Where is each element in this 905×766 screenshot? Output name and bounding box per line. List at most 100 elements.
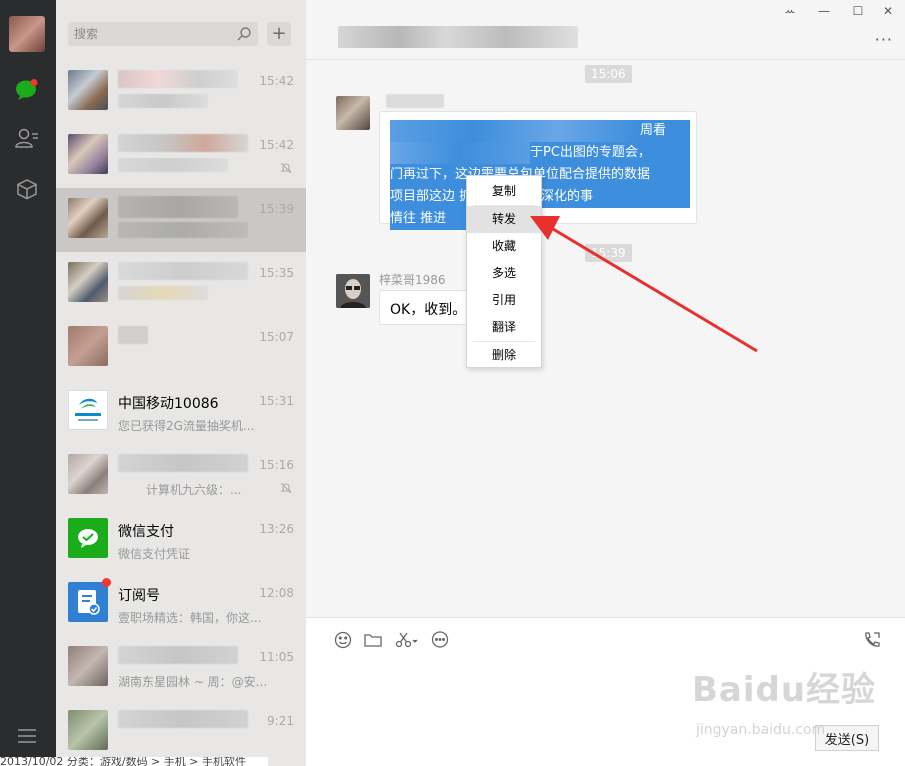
redacted-name bbox=[118, 70, 238, 88]
watermark-logo: Baidu经验 bbox=[692, 670, 877, 710]
conversation-item[interactable]: 计算机九六级：... 15:16 bbox=[56, 444, 306, 508]
conversation-item[interactable]: 15:07 bbox=[56, 316, 306, 380]
conversation-avatar bbox=[68, 262, 108, 302]
message-timestamp: 15:06 bbox=[585, 65, 632, 83]
conversation-list: + 15:42 15:42 15:39 15:35 15:07 bbox=[56, 0, 306, 766]
sender-avatar[interactable] bbox=[336, 274, 370, 308]
redacted-name bbox=[118, 646, 238, 664]
conversation-avatar bbox=[68, 326, 108, 366]
watermark-url: jingyan.baidu.com bbox=[696, 722, 826, 738]
redacted-preview bbox=[118, 222, 248, 238]
conversation-avatar bbox=[68, 710, 108, 750]
chat-panel: ꕀ — ☐ ✕ ··· 15:06 周看 于PC出图的专题会， 门再过下，这边需… bbox=[306, 0, 905, 766]
wechat-pay-icon bbox=[68, 518, 108, 558]
message-timestamp: 15:39 bbox=[585, 244, 632, 262]
conversation-preview: 湖南东星园林 ~ 周：@安... bbox=[118, 675, 268, 689]
folder-icon[interactable] bbox=[363, 630, 383, 650]
voice-call-icon[interactable] bbox=[862, 630, 882, 650]
redacted-preview bbox=[118, 286, 208, 300]
menu-icon[interactable] bbox=[13, 722, 41, 750]
user-avatar[interactable] bbox=[9, 16, 45, 52]
search-icon[interactable] bbox=[236, 26, 252, 42]
menu-item-translate[interactable]: 翻译 bbox=[467, 314, 541, 341]
selected-line: 于PC出图的专题会， bbox=[530, 145, 651, 160]
contacts-icon[interactable] bbox=[13, 124, 41, 152]
sender-name: 梓菜哥1986 bbox=[379, 273, 446, 287]
nav-rail bbox=[0, 0, 56, 766]
redacted-preview bbox=[118, 94, 208, 108]
conversation-time: 15:07 bbox=[259, 330, 294, 344]
conversation-preview: 计算机九六级：... bbox=[146, 483, 242, 497]
redacted-name bbox=[118, 454, 248, 472]
mute-bell-icon bbox=[280, 482, 292, 494]
sender-avatar[interactable] bbox=[336, 96, 370, 130]
message-text: OK，收到。 bbox=[390, 302, 467, 318]
conversation-preview: 微信支付凭证 bbox=[118, 547, 191, 561]
conversation-time: 15:35 bbox=[259, 266, 294, 280]
conversation-time: 9:21 bbox=[267, 714, 294, 728]
conversation-item[interactable]: 15:42 bbox=[56, 60, 306, 124]
search-box bbox=[68, 22, 258, 46]
conversation-item[interactable]: 湖南东星园林 ~ 周：@安... 11:05 bbox=[56, 636, 306, 700]
message-bubble[interactable]: OK，收到。 bbox=[379, 290, 469, 325]
redacted-sender-name bbox=[386, 94, 444, 108]
page-footer: 2013/10/02 分类：游戏/数码 > 手机 > 手机软件 bbox=[0, 757, 268, 766]
conversation-item[interactable]: 15:35 bbox=[56, 252, 306, 316]
redacted-name bbox=[118, 134, 248, 152]
redacted-preview bbox=[118, 158, 228, 172]
menu-item-quote[interactable]: 引用 bbox=[467, 287, 541, 314]
conversation-avatar bbox=[68, 198, 108, 238]
conversation-item[interactable]: 9:21 bbox=[56, 700, 306, 764]
context-menu: 复制 转发 收藏 多选 引用 翻译 删除 bbox=[466, 175, 542, 368]
redacted-name bbox=[118, 326, 148, 344]
conversation-preview: 壹职场精选：韩国，你这... bbox=[118, 611, 262, 625]
minimize-button[interactable]: — bbox=[807, 0, 841, 22]
menu-item-favorite[interactable]: 收藏 bbox=[467, 233, 541, 260]
conversation-item-selected[interactable]: 15:39 bbox=[56, 188, 306, 252]
more-options-button[interactable]: ··· bbox=[875, 30, 893, 49]
unread-dot bbox=[102, 578, 111, 587]
conversation-avatar bbox=[68, 454, 108, 494]
subscription-icon bbox=[68, 582, 108, 622]
menu-item-copy[interactable]: 复制 bbox=[467, 178, 541, 205]
conversation-item[interactable]: 15:42 bbox=[56, 124, 306, 188]
conversation-time: 13:26 bbox=[259, 522, 294, 536]
chat-history-icon[interactable] bbox=[430, 630, 450, 650]
conversation-avatar bbox=[68, 134, 108, 174]
footer-text: 2013/10/02 分类：游戏/数码 > 手机 > 手机软件 bbox=[0, 757, 247, 766]
conversation-preview: 您已获得2G流量抽奖机... bbox=[118, 419, 255, 433]
conversation-name: 微信支付 bbox=[118, 524, 174, 540]
redacted-name bbox=[118, 710, 248, 728]
conversation-time: 15:42 bbox=[259, 138, 294, 152]
conversation-name: 中国移动10086 bbox=[118, 396, 219, 412]
redacted-chat-title bbox=[338, 26, 578, 48]
conversation-time: 15:42 bbox=[259, 74, 294, 88]
china-mobile-logo bbox=[68, 390, 108, 430]
mute-bell-icon bbox=[280, 162, 292, 174]
menu-item-forward[interactable]: 转发 bbox=[467, 206, 541, 233]
conversation-item[interactable]: 订阅号 壹职场精选：韩国，你这... 12:08 bbox=[56, 572, 306, 636]
redacted-name bbox=[118, 262, 248, 280]
menu-item-delete[interactable]: 删除 bbox=[467, 342, 541, 369]
conversation-item[interactable]: 中国移动10086 您已获得2G流量抽奖机... 15:31 bbox=[56, 380, 306, 444]
chat-icon[interactable] bbox=[13, 76, 41, 104]
conversation-time: 15:16 bbox=[259, 458, 294, 472]
favorites-box-icon[interactable] bbox=[13, 175, 41, 203]
menu-item-multiselect[interactable]: 多选 bbox=[467, 260, 541, 287]
new-chat-button[interactable]: + bbox=[267, 22, 291, 46]
emoji-icon[interactable] bbox=[333, 630, 353, 650]
conversation-time: 15:39 bbox=[259, 202, 294, 216]
pin-button[interactable]: ꕀ bbox=[773, 0, 807, 22]
baidu-jingyan-watermark: Baidu经验 jingyan.baidu.com bbox=[692, 662, 875, 742]
screenshot-scissors-icon[interactable] bbox=[394, 630, 420, 650]
conversation-avatar bbox=[68, 646, 108, 686]
search-input[interactable] bbox=[68, 22, 258, 46]
close-button[interactable]: ✕ bbox=[871, 0, 905, 22]
conversation-time: 15:31 bbox=[259, 394, 294, 408]
conversation-avatar bbox=[68, 70, 108, 110]
maximize-button[interactable]: ☐ bbox=[841, 0, 875, 22]
conversation-item[interactable]: 微信支付 微信支付凭证 13:26 bbox=[56, 508, 306, 572]
selected-line: 周看 bbox=[640, 123, 667, 138]
redacted-name bbox=[118, 196, 238, 218]
conversation-time: 11:05 bbox=[259, 650, 294, 664]
